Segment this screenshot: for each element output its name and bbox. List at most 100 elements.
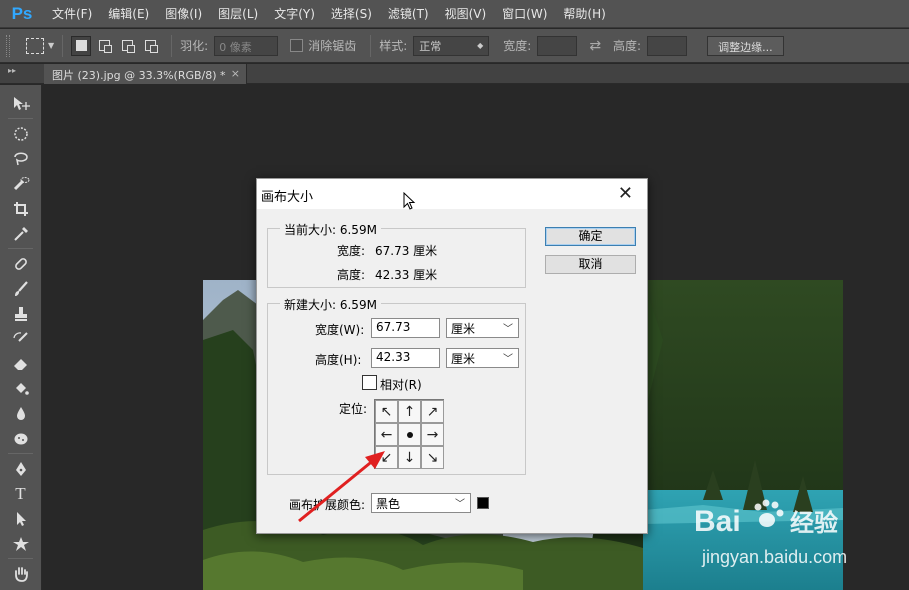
- photoshop-logo: Ps: [11, 3, 33, 23]
- feather-label: 羽化:: [180, 39, 209, 53]
- divider: [370, 34, 372, 57]
- watermark-brand: Bai: [694, 505, 741, 538]
- refine-edge-button[interactable]: 调整边缘...: [707, 35, 784, 56]
- relative-checkbox[interactable]: [362, 375, 377, 390]
- intersect-selection-icon: [144, 40, 158, 53]
- height-unit-select[interactable]: 厘米 ﹀: [446, 348, 519, 368]
- subtract-selection-button[interactable]: [117, 36, 137, 56]
- menu-window[interactable]: 窗口(W): [494, 0, 555, 28]
- extension-color-swatch[interactable]: [477, 497, 489, 509]
- updown-icon: ◆: [477, 41, 484, 50]
- baidu-paw-icon: [754, 499, 784, 527]
- dialog-titlebar[interactable]: 画布大小 ✕: [257, 179, 647, 209]
- feather-input[interactable]: 0 像素: [214, 35, 279, 56]
- current-height-value: 42.33 厘米: [375, 268, 438, 282]
- collapse-panel-icon[interactable]: ▸▸: [8, 66, 16, 75]
- menu-image[interactable]: 图像(I): [157, 0, 210, 28]
- baidu-watermark: Bai 经验 jingyan.baidu.com: [690, 493, 860, 576]
- style-value: 正常: [419, 39, 442, 53]
- swap-icon[interactable]: ⇄: [589, 38, 601, 54]
- width-unit-value: 厘米: [451, 322, 476, 336]
- quick-selection-icon[interactable]: [0, 171, 41, 196]
- preset-caret-icon[interactable]: ▼: [48, 41, 54, 50]
- menu-view[interactable]: 视图(V): [437, 0, 495, 28]
- eyedropper-icon[interactable]: [0, 221, 41, 246]
- add-selection-icon: [98, 40, 112, 53]
- tab-close-icon[interactable]: ×: [231, 67, 240, 80]
- anchor-bottom-right[interactable]: ↘: [421, 446, 444, 469]
- subtract-selection-icon: [121, 40, 135, 53]
- brush-icon[interactable]: [0, 276, 41, 301]
- current-height-label: 高度:: [337, 268, 366, 282]
- new-selection-icon: [75, 40, 87, 51]
- anchor-top[interactable]: ↑: [398, 400, 421, 423]
- menu-type[interactable]: 文字(Y): [266, 0, 323, 28]
- blur-icon[interactable]: [0, 401, 41, 426]
- anchor-top-left[interactable]: ↖: [375, 400, 398, 423]
- height-unit-value: 厘米: [451, 352, 476, 366]
- sponge-icon[interactable]: [0, 426, 41, 451]
- path-selection-icon[interactable]: [0, 506, 41, 531]
- toolbox: T: [0, 85, 42, 590]
- chevron-down-icon: ﹀: [455, 499, 465, 510]
- add-selection-button[interactable]: [94, 36, 114, 56]
- hand-icon[interactable]: [0, 561, 41, 586]
- clone-stamp-icon[interactable]: [0, 301, 41, 326]
- chevron-down-icon: ﹀: [503, 354, 513, 365]
- paint-bucket-icon[interactable]: [0, 376, 41, 401]
- anchor-bottom[interactable]: ↓: [398, 446, 421, 469]
- watermark-url: jingyan.baidu.com: [701, 547, 847, 567]
- document-tab[interactable]: 图片 (23).jpg @ 33.3%(RGB/8) * ×: [44, 64, 247, 84]
- new-height-input[interactable]: 42.33: [371, 348, 440, 368]
- pen-icon[interactable]: [0, 456, 41, 481]
- ellipse-marquee-icon[interactable]: [0, 121, 41, 146]
- style-label: 样式:: [379, 39, 408, 53]
- options-grip[interactable]: [6, 34, 10, 57]
- menu-filter[interactable]: 滤镜(T): [380, 0, 437, 28]
- antialias-label: 消除锯齿: [308, 39, 357, 53]
- history-brush-icon[interactable]: [0, 326, 41, 351]
- divider: [62, 34, 64, 57]
- menu-help[interactable]: 帮助(H): [555, 0, 613, 28]
- menu-bar: Ps 文件(F) 编辑(E) 图像(I) 图层(L) 文字(Y) 选择(S) 滤…: [0, 0, 909, 28]
- height-input[interactable]: [647, 35, 688, 56]
- current-width-value: 67.73 厘米: [375, 244, 438, 258]
- anchor-center[interactable]: [398, 423, 421, 446]
- marquee-tool-preset-icon[interactable]: [26, 37, 44, 54]
- crop-icon[interactable]: [0, 196, 41, 221]
- new-height-label: 高度(H):: [315, 353, 362, 367]
- annotation-arrow-icon: [298, 451, 385, 523]
- anchor-dot-icon: [406, 431, 413, 438]
- close-icon[interactable]: ✕: [618, 183, 633, 204]
- menu-select[interactable]: 选择(S): [323, 0, 380, 28]
- menu-layer[interactable]: 图层(L): [210, 0, 266, 28]
- new-selection-button[interactable]: [71, 35, 92, 56]
- ok-button[interactable]: 确定: [545, 227, 636, 246]
- menu-edit[interactable]: 编辑(E): [100, 0, 157, 28]
- type-icon[interactable]: T: [0, 481, 41, 506]
- style-select[interactable]: 正常 ◆: [413, 35, 490, 56]
- new-width-input[interactable]: 67.73: [371, 318, 440, 338]
- document-tab-title: 图片 (23).jpg @ 33.3%(RGB/8) *: [52, 69, 226, 82]
- mouse-cursor-icon: [403, 192, 416, 210]
- dialog-title: 画布大小: [261, 190, 314, 205]
- relative-label[interactable]: 相对(R): [380, 376, 422, 393]
- width-label: 宽度:: [503, 39, 532, 53]
- anchor-label: 定位:: [339, 402, 368, 416]
- cancel-button[interactable]: 取消: [545, 255, 636, 274]
- width-unit-select[interactable]: 厘米 ﹀: [446, 318, 519, 338]
- move-tool-icon[interactable]: [0, 91, 41, 116]
- width-input[interactable]: [537, 35, 578, 56]
- chevron-down-icon: ﹀: [503, 324, 513, 335]
- intersect-selection-button[interactable]: [140, 36, 160, 56]
- menu-file[interactable]: 文件(F): [44, 0, 100, 28]
- lasso-icon[interactable]: [0, 146, 41, 171]
- custom-shape-icon[interactable]: [0, 531, 41, 556]
- anchor-left[interactable]: ←: [375, 423, 398, 446]
- antialias-checkbox[interactable]: [290, 39, 304, 52]
- watermark-brand2: 经验: [790, 509, 838, 537]
- healing-brush-icon[interactable]: [0, 251, 41, 276]
- eraser-icon[interactable]: [0, 351, 41, 376]
- anchor-right[interactable]: →: [421, 423, 444, 446]
- anchor-top-right[interactable]: ↗: [421, 400, 444, 423]
